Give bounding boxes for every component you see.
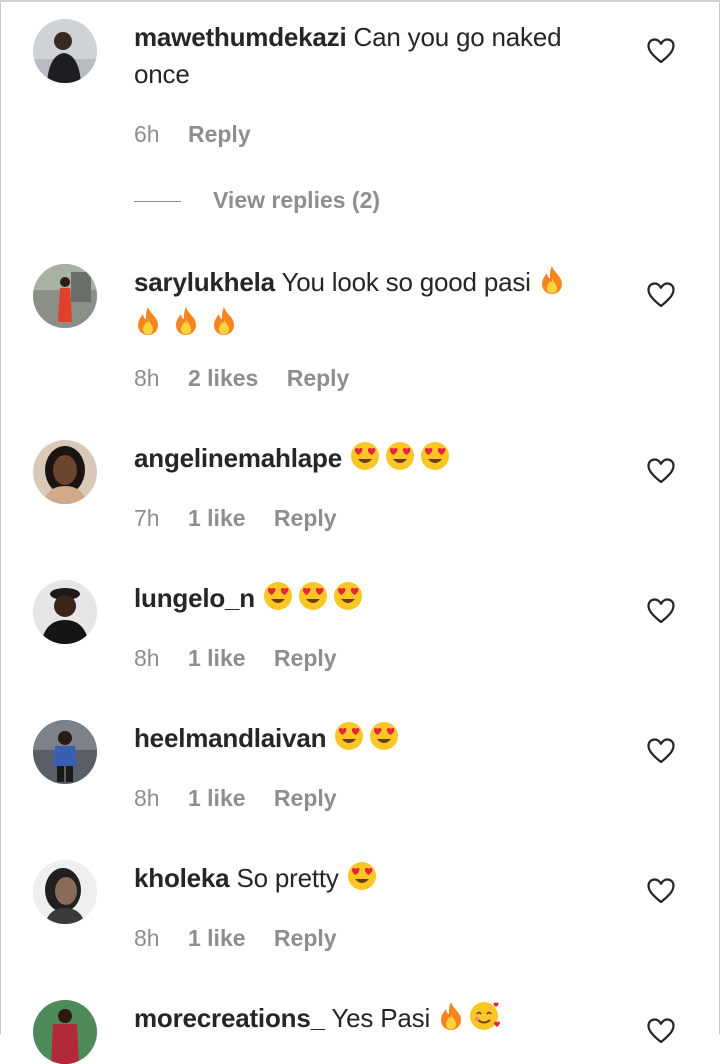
likes-count[interactable]: 2 likes (188, 365, 258, 391)
heart-eyes-icon (368, 721, 400, 761)
comment-username[interactable]: angelinemahlape (134, 443, 342, 473)
smiling-face-with-hearts-icon (468, 1001, 502, 1041)
likes-count[interactable]: 1 like (188, 505, 246, 531)
comment-text: heelmandlaivan (134, 720, 604, 761)
comment-username[interactable]: morecreations_ (134, 1003, 325, 1033)
comment-text: angelinemahlape (134, 440, 604, 481)
avatar[interactable] (33, 440, 97, 504)
reply-button[interactable]: Reply (287, 365, 350, 391)
comment-time: 8h (134, 925, 160, 951)
avatar[interactable] (33, 720, 97, 784)
comment-meta: 8h 1 like Reply (134, 645, 359, 672)
comment-body: Yes Pasi (331, 1003, 431, 1033)
comment-body: So pretty (236, 863, 339, 893)
likes-count[interactable]: 1 like (188, 645, 246, 671)
comment-text: morecreations_ Yes Pasi (134, 1000, 604, 1041)
comment-text: kholeka So pretty (134, 860, 604, 901)
comment-username[interactable]: lungelo_n (134, 583, 255, 613)
fire-icon (172, 306, 200, 346)
heart-eyes-icon (297, 581, 329, 621)
like-heart-icon[interactable] (647, 458, 675, 484)
comment-meta: 8h 1 like Reply (134, 785, 359, 812)
comment-body: You look so good pasi (281, 267, 531, 297)
comment-text: mawethumdekazi Can you go naked once (134, 19, 604, 93)
view-replies-button[interactable]: View replies (2) (134, 187, 380, 214)
comment-time: 7h (134, 505, 160, 531)
comment-username[interactable]: mawethumdekazi (134, 22, 347, 52)
likes-count[interactable]: 1 like (188, 925, 246, 951)
fire-icon (437, 1001, 465, 1041)
comment-username[interactable]: sarylukhela (134, 267, 275, 297)
comment-text: sarylukhela You look so good pasi (134, 264, 604, 346)
fire-icon (134, 306, 162, 346)
heart-eyes-icon (419, 441, 451, 481)
avatar[interactable] (33, 580, 97, 644)
comment-time: 8h (134, 365, 160, 391)
avatar[interactable] (33, 1000, 97, 1064)
reply-button[interactable]: Reply (188, 121, 251, 147)
fire-icon (538, 265, 566, 305)
like-heart-icon[interactable] (647, 738, 675, 764)
view-replies-label: View replies (2) (213, 187, 381, 213)
comment-time: 8h (134, 785, 160, 811)
like-heart-icon[interactable] (647, 1018, 675, 1044)
reply-button[interactable]: Reply (274, 505, 337, 531)
heart-eyes-icon (346, 861, 378, 901)
reply-button[interactable]: Reply (274, 785, 337, 811)
reply-button[interactable]: Reply (274, 925, 337, 951)
comments-panel: mawethumdekazi Can you go naked once 6h … (0, 0, 720, 1064)
comment-meta: 8h 1 like Reply (134, 925, 359, 952)
like-heart-icon[interactable] (647, 282, 675, 308)
divider-line (134, 201, 181, 203)
heart-eyes-icon (262, 581, 294, 621)
comment-meta: 6h Reply (134, 121, 273, 148)
comment-text: lungelo_n (134, 580, 604, 621)
likes-count[interactable]: 1 like (188, 785, 246, 811)
comment-time: 8h (134, 645, 160, 671)
avatar[interactable] (33, 19, 97, 83)
avatar[interactable] (33, 860, 97, 924)
reply-button[interactable]: Reply (274, 645, 337, 671)
heart-eyes-icon (384, 441, 416, 481)
avatar[interactable] (33, 264, 97, 328)
like-heart-icon[interactable] (647, 38, 675, 64)
comment-meta: 8h 2 likes Reply (134, 365, 371, 392)
comment-username[interactable]: kholeka (134, 863, 230, 893)
like-heart-icon[interactable] (647, 598, 675, 624)
fire-icon (210, 306, 238, 346)
heart-eyes-icon (332, 581, 364, 621)
like-heart-icon[interactable] (647, 878, 675, 904)
comment-time: 6h (134, 121, 160, 147)
heart-eyes-icon (333, 721, 365, 761)
comment-username[interactable]: heelmandlaivan (134, 723, 326, 753)
heart-eyes-icon (349, 441, 381, 481)
comment-meta: 7h 1 like Reply (134, 505, 359, 532)
